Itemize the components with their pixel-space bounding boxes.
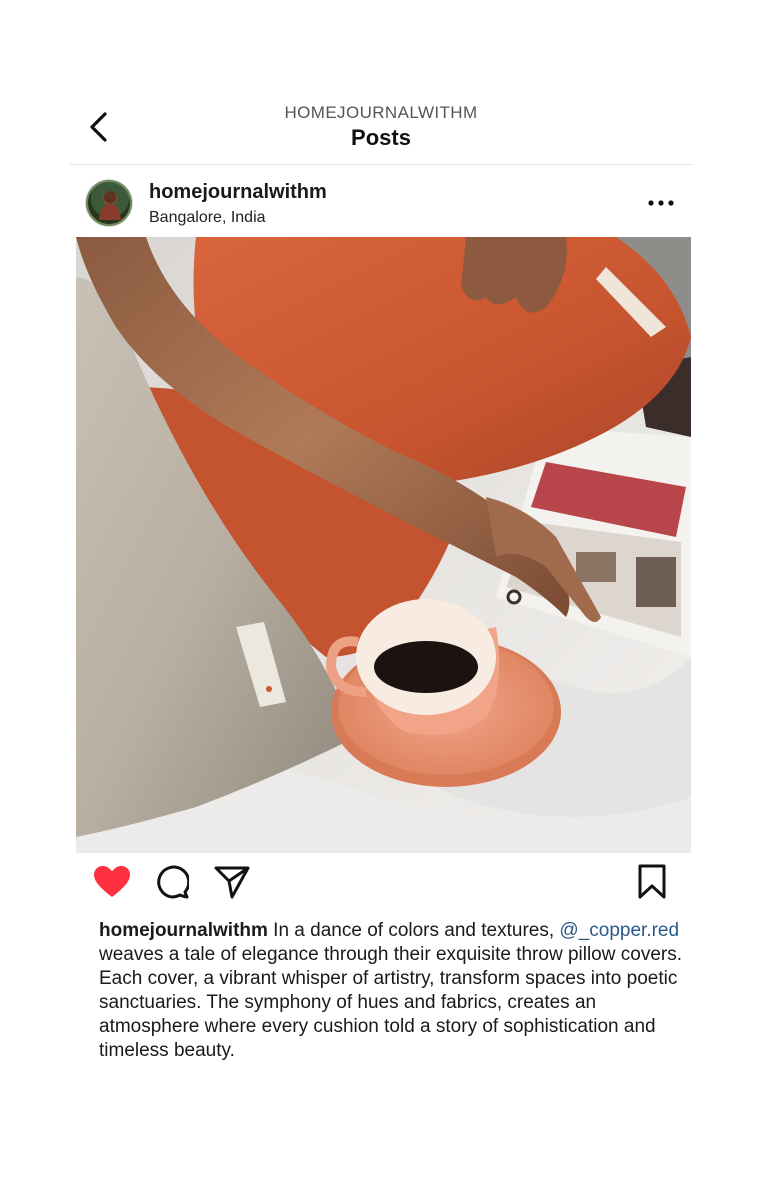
bookmark-icon xyxy=(637,864,667,905)
caption-mention-link[interactable]: @_copper.red xyxy=(559,920,679,941)
comment-icon xyxy=(155,865,191,904)
avatar[interactable] xyxy=(86,180,132,226)
ellipsis-icon xyxy=(647,194,675,212)
post-caption: homejournalwithm In a dance of colors an… xyxy=(99,919,689,1063)
post-location[interactable]: Bangalore, India xyxy=(149,209,266,227)
send-icon xyxy=(214,865,250,904)
page-header: HOMEJOURNALWITHM Posts xyxy=(70,96,692,165)
caption-text: In a dance of colors and textures, xyxy=(267,920,560,941)
heart-icon xyxy=(93,865,131,904)
account-name: HOMEJOURNALWITHM xyxy=(284,103,478,122)
caption-username[interactable]: homejournalwithm xyxy=(99,920,268,941)
comment-button[interactable] xyxy=(152,864,192,904)
post-actions xyxy=(76,860,691,910)
post-username[interactable]: homejournalwithm xyxy=(149,181,327,204)
post-header: homejournalwithm Bangalore, India xyxy=(86,178,692,232)
share-button[interactable] xyxy=(212,864,252,904)
save-button[interactable] xyxy=(632,864,672,904)
like-button[interactable] xyxy=(92,864,132,904)
page-title: Posts xyxy=(351,125,411,150)
more-options-button[interactable] xyxy=(644,192,678,214)
caption-text-continued: weaves a tale of elegance through their … xyxy=(99,944,682,1061)
post-image[interactable] xyxy=(76,237,691,853)
